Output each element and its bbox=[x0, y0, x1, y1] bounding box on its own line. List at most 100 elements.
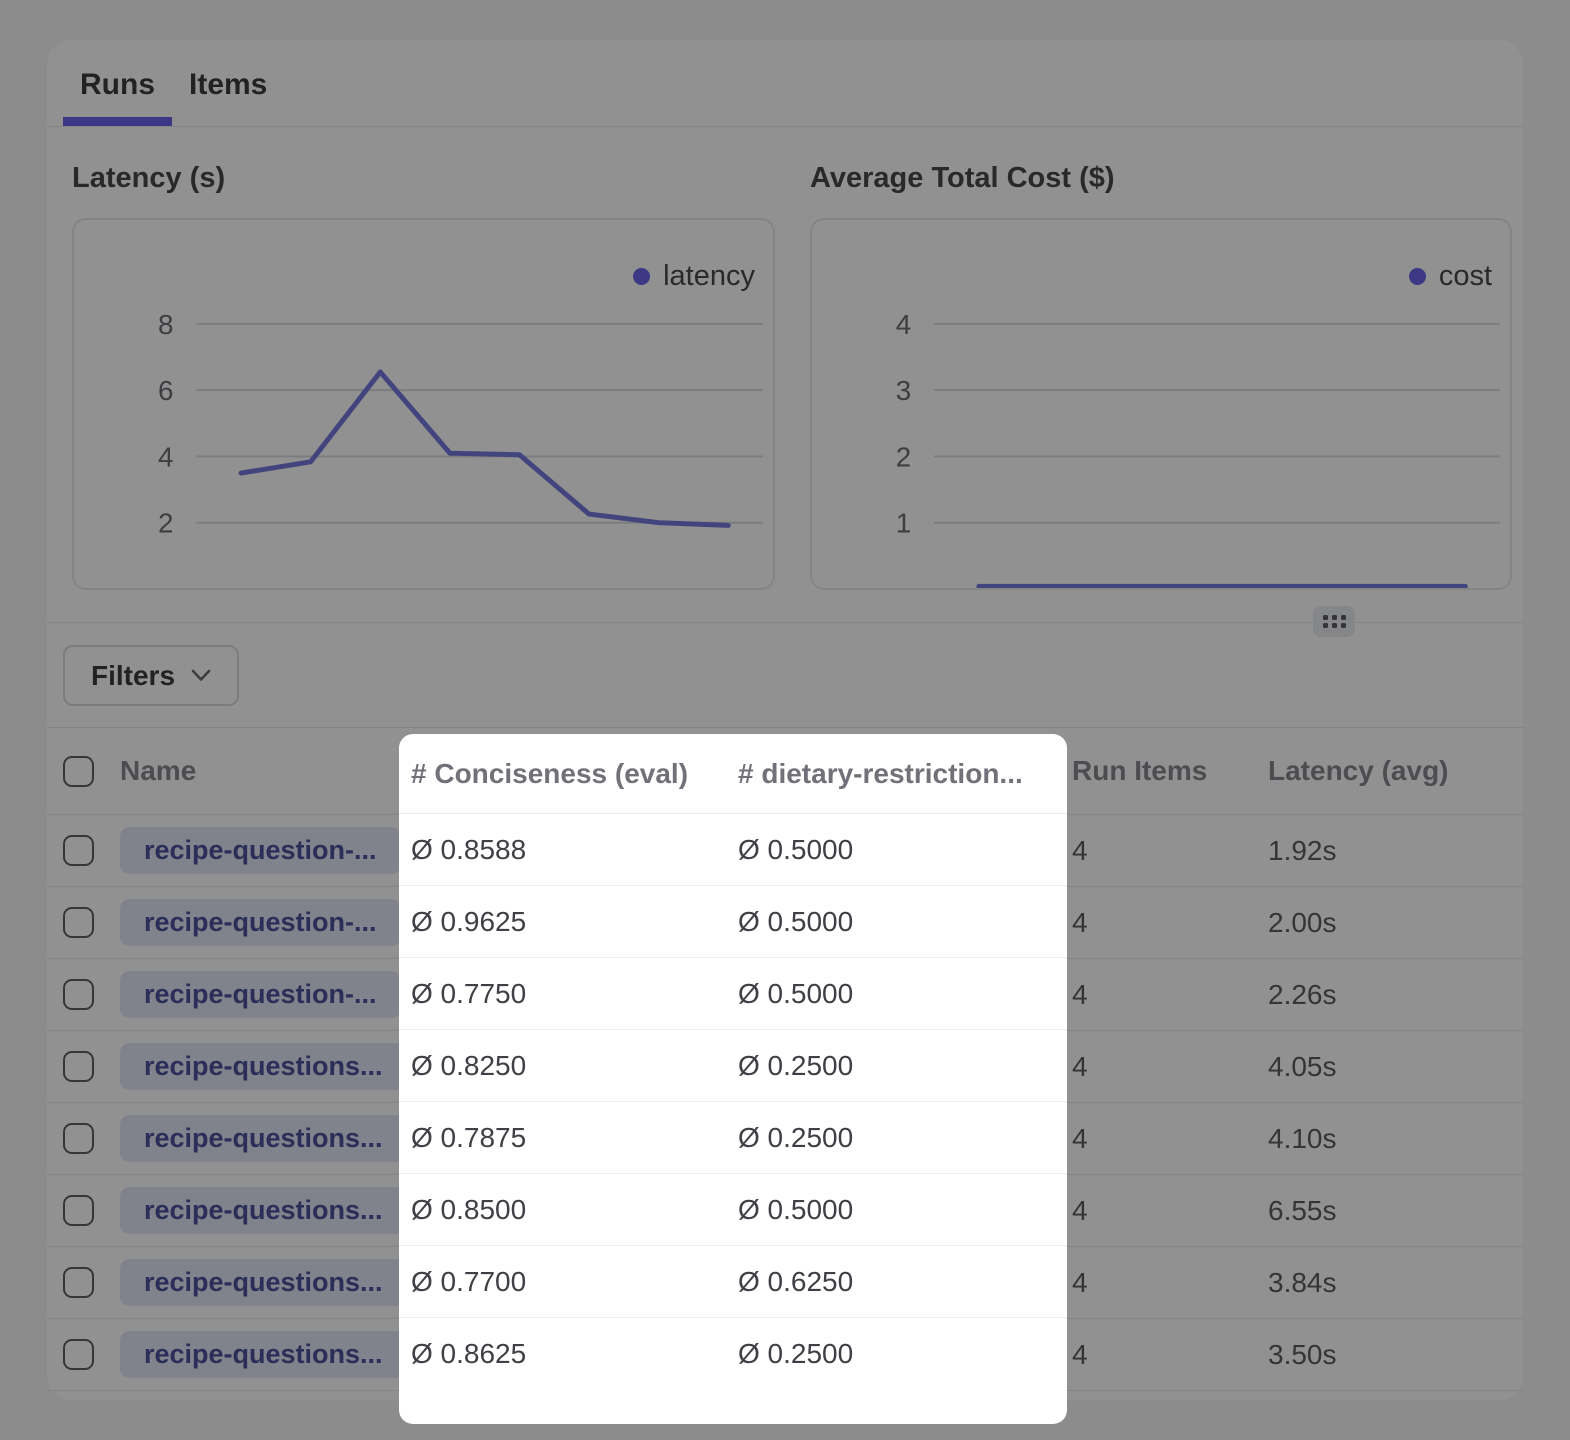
run-items-value: 4 bbox=[1072, 1123, 1268, 1155]
tab-bar: Runs Items bbox=[47, 40, 1523, 127]
svg-text:8: 8 bbox=[158, 309, 173, 340]
latency-avg-value: 1.92s bbox=[1268, 835, 1523, 867]
row-checkbox[interactable] bbox=[63, 1123, 94, 1154]
tab-runs-label: Runs bbox=[80, 68, 155, 101]
spotlight-row: Ø 0.7750 Ø 0.5000 bbox=[399, 958, 1067, 1030]
spotlight-row: Ø 0.8588 Ø 0.5000 bbox=[399, 814, 1067, 886]
run-name-cell: recipe-questions... bbox=[120, 1331, 410, 1378]
spotlight-row: Ø 0.7875 Ø 0.2500 bbox=[399, 1102, 1067, 1174]
row-checkbox-cell bbox=[47, 1195, 120, 1226]
run-items-value: 4 bbox=[1072, 979, 1268, 1011]
run-name-badge[interactable]: recipe-questions... bbox=[120, 1115, 407, 1162]
run-name-cell: recipe-questions... bbox=[120, 1115, 410, 1162]
spotlight-header-row: # Conciseness (eval) # dietary-restricti… bbox=[399, 734, 1067, 814]
row-checkbox-cell bbox=[47, 1339, 120, 1370]
filters-button[interactable]: Filters bbox=[63, 645, 239, 706]
run-name-badge[interactable]: recipe-questions... bbox=[120, 1259, 407, 1306]
run-name-badge[interactable]: recipe-question-... bbox=[120, 827, 401, 874]
latency-legend-label: latency bbox=[663, 260, 755, 293]
section-divider bbox=[47, 622, 1523, 623]
row-checkbox[interactable] bbox=[63, 835, 94, 866]
tab-items-label: Items bbox=[189, 68, 267, 101]
conciseness-value: Ø 0.8250 bbox=[411, 1050, 526, 1082]
dietary-restriction-value: Ø 0.5000 bbox=[738, 978, 853, 1010]
select-all-cell bbox=[47, 756, 120, 787]
spotlight-row: Ø 0.8500 Ø 0.5000 bbox=[399, 1174, 1067, 1246]
resize-drag-handle[interactable] bbox=[1313, 606, 1355, 637]
cost-legend-label: cost bbox=[1439, 260, 1492, 293]
cost-chart-title: Average Total Cost ($) bbox=[810, 161, 1115, 195]
conciseness-value: Ø 0.8500 bbox=[411, 1194, 526, 1226]
spotlight-row: Ø 0.7700 Ø 0.6250 bbox=[399, 1246, 1067, 1318]
row-checkbox-cell bbox=[47, 1267, 120, 1298]
run-name-badge[interactable]: recipe-questions... bbox=[120, 1187, 407, 1234]
run-name-cell: recipe-question-... bbox=[120, 899, 410, 946]
row-checkbox-cell bbox=[47, 1123, 120, 1154]
svg-text:2: 2 bbox=[158, 508, 173, 539]
dietary-restriction-value: Ø 0.5000 bbox=[738, 834, 853, 866]
tab-runs[interactable]: Runs bbox=[63, 40, 172, 126]
cost-legend: cost bbox=[1409, 260, 1492, 293]
latency-legend: latency bbox=[633, 260, 755, 293]
row-checkbox[interactable] bbox=[63, 1339, 94, 1370]
run-items-value: 4 bbox=[1072, 907, 1268, 939]
latency-chart-panel: 2468 latency bbox=[72, 218, 775, 590]
conciseness-value: Ø 0.7700 bbox=[411, 1266, 526, 1298]
conciseness-value: Ø 0.7750 bbox=[411, 978, 526, 1010]
dietary-restriction-value: Ø 0.2500 bbox=[738, 1122, 853, 1154]
dietary-restriction-value: Ø 0.2500 bbox=[738, 1050, 853, 1082]
select-all-checkbox[interactable] bbox=[63, 756, 94, 787]
row-checkbox-cell bbox=[47, 907, 120, 938]
column-header-latency-avg[interactable]: Latency (avg) bbox=[1268, 755, 1523, 787]
cost-legend-dot-icon bbox=[1409, 268, 1426, 285]
latency-avg-value: 4.10s bbox=[1268, 1123, 1523, 1155]
latency-avg-value: 3.50s bbox=[1268, 1339, 1523, 1371]
row-checkbox-cell bbox=[47, 835, 120, 866]
run-name-badge[interactable]: recipe-question-... bbox=[120, 899, 401, 946]
conciseness-value: Ø 0.7875 bbox=[411, 1122, 526, 1154]
chevron-down-icon bbox=[191, 669, 211, 682]
dietary-restriction-value: Ø 0.5000 bbox=[738, 1194, 853, 1226]
column-header-name[interactable]: Name bbox=[120, 755, 410, 787]
filters-button-label: Filters bbox=[91, 660, 175, 692]
row-checkbox[interactable] bbox=[63, 1267, 94, 1298]
spotlight-highlight-box: # Conciseness (eval) # dietary-restricti… bbox=[399, 734, 1067, 1424]
conciseness-value: Ø 0.9625 bbox=[411, 906, 526, 938]
conciseness-value: Ø 0.8588 bbox=[411, 834, 526, 866]
column-header-conciseness[interactable]: # Conciseness (eval) bbox=[411, 758, 688, 790]
svg-text:4: 4 bbox=[158, 441, 173, 472]
row-checkbox-cell bbox=[47, 979, 120, 1010]
row-checkbox[interactable] bbox=[63, 1051, 94, 1082]
grid-dots-icon bbox=[1323, 615, 1346, 628]
run-items-value: 4 bbox=[1072, 1339, 1268, 1371]
svg-text:4: 4 bbox=[896, 309, 911, 340]
conciseness-value: Ø 0.8625 bbox=[411, 1338, 526, 1370]
svg-text:3: 3 bbox=[896, 375, 911, 406]
dietary-restriction-value: Ø 0.2500 bbox=[738, 1338, 853, 1370]
run-name-cell: recipe-questions... bbox=[120, 1187, 410, 1234]
latency-avg-value: 3.84s bbox=[1268, 1267, 1523, 1299]
run-name-badge[interactable]: recipe-questions... bbox=[120, 1043, 407, 1090]
spotlight-row: Ø 0.8250 Ø 0.2500 bbox=[399, 1030, 1067, 1102]
cost-line-chart: 1234 bbox=[812, 220, 1510, 588]
dietary-restriction-value: Ø 0.6250 bbox=[738, 1266, 853, 1298]
row-checkbox[interactable] bbox=[63, 979, 94, 1010]
run-name-badge[interactable]: recipe-question-... bbox=[120, 971, 401, 1018]
row-checkbox[interactable] bbox=[63, 907, 94, 938]
row-checkbox[interactable] bbox=[63, 1195, 94, 1226]
latency-avg-value: 2.00s bbox=[1268, 907, 1523, 939]
run-name-badge[interactable]: recipe-questions... bbox=[120, 1331, 407, 1378]
row-checkbox-cell bbox=[47, 1051, 120, 1082]
column-header-dietary-restriction[interactable]: # dietary-restriction... bbox=[738, 758, 1023, 790]
run-name-cell: recipe-question-... bbox=[120, 827, 410, 874]
tab-items[interactable]: Items bbox=[172, 40, 284, 126]
latency-avg-value: 2.26s bbox=[1268, 979, 1523, 1011]
latency-chart-title: Latency (s) bbox=[72, 161, 225, 195]
cost-chart-panel: 1234 cost bbox=[810, 218, 1512, 590]
run-items-value: 4 bbox=[1072, 1051, 1268, 1083]
run-name-cell: recipe-questions... bbox=[120, 1043, 410, 1090]
dietary-restriction-value: Ø 0.5000 bbox=[738, 906, 853, 938]
latency-avg-value: 4.05s bbox=[1268, 1051, 1523, 1083]
column-header-run-items[interactable]: Run Items bbox=[1072, 755, 1268, 787]
svg-text:1: 1 bbox=[896, 508, 911, 539]
